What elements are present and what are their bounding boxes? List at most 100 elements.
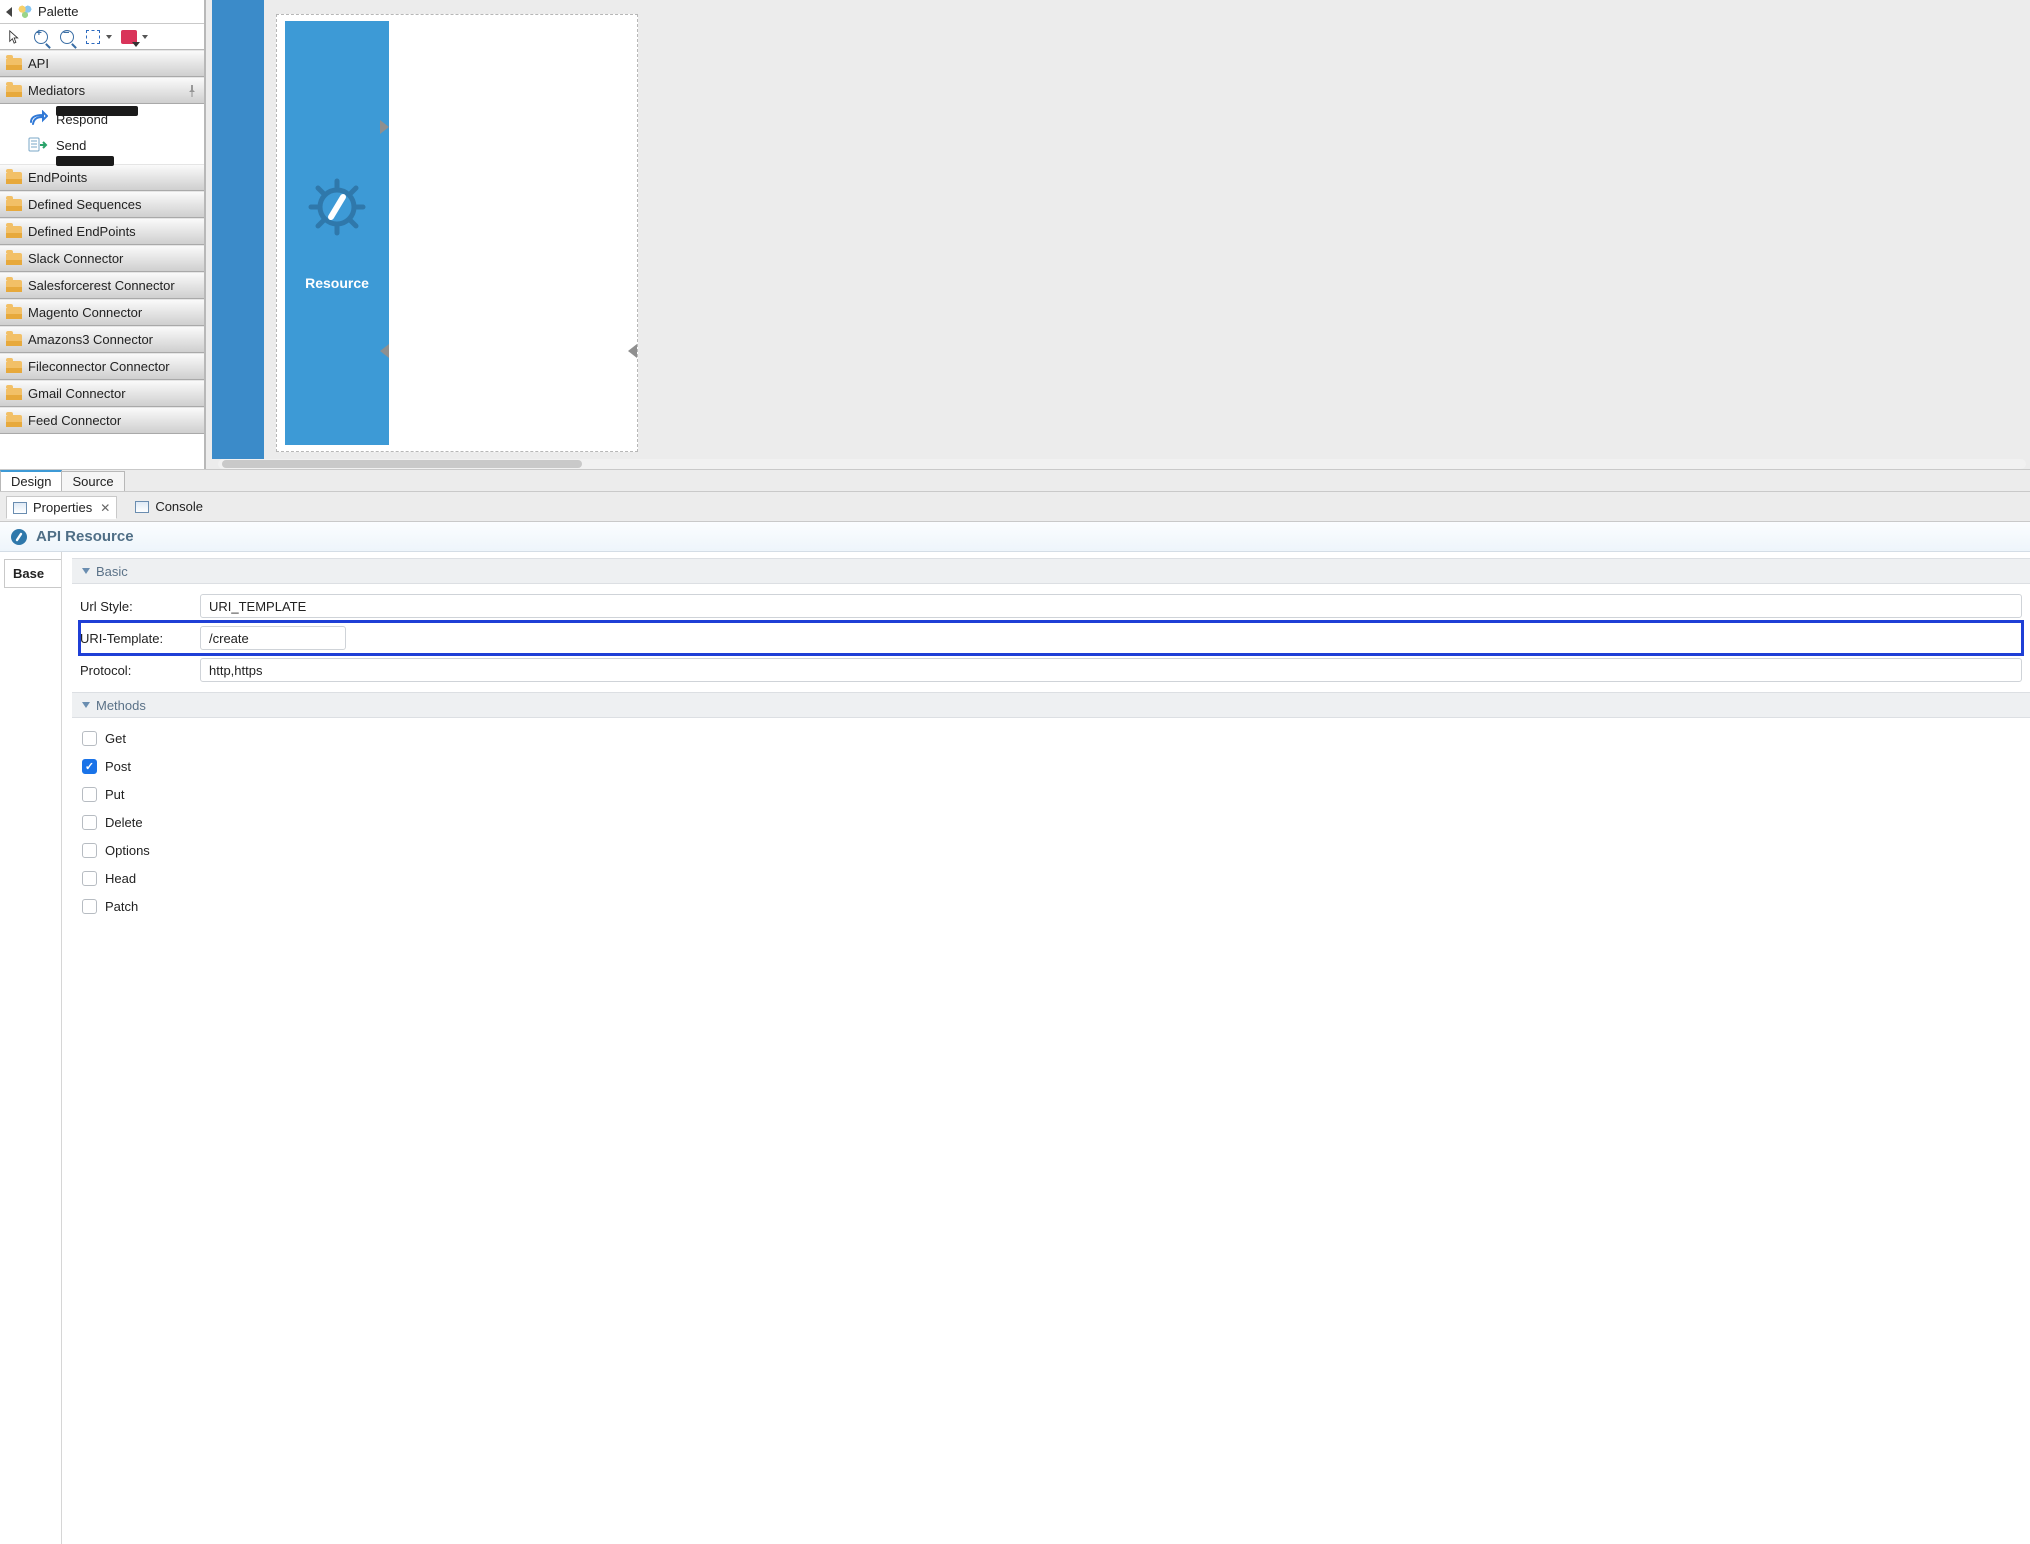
palette-drawer[interactable]: Amazons3 Connector xyxy=(0,326,204,353)
palette-item[interactable]: Send xyxy=(0,132,204,158)
tab-source[interactable]: Source xyxy=(61,471,124,491)
collapse-left-icon[interactable] xyxy=(6,7,12,17)
palette-header: Palette xyxy=(0,0,204,24)
palette-drawer[interactable]: Magento Connector xyxy=(0,299,204,326)
method-checkbox[interactable] xyxy=(82,787,97,802)
method-row: Delete xyxy=(82,808,2020,836)
resource-node[interactable]: Resource xyxy=(285,21,389,445)
group-methods-label: Methods xyxy=(96,698,146,713)
palette-drawer[interactable]: EndPoints xyxy=(0,164,204,191)
palette-drawer[interactable]: Gmail Connector xyxy=(0,380,204,407)
properties-side-tabs: Base xyxy=(0,552,62,1544)
method-checkbox[interactable] xyxy=(82,815,97,830)
input-url-style[interactable]: URI_TEMPLATE xyxy=(200,594,2022,618)
side-tab-base[interactable]: Base xyxy=(4,559,61,588)
row-protocol: Protocol: http,https xyxy=(80,654,2022,686)
palette-drawer[interactable]: API xyxy=(0,50,204,77)
palette-drawer-label: API xyxy=(28,56,49,71)
properties-section-title: API Resource xyxy=(0,522,2030,552)
palette-drawer[interactable]: Defined Sequences xyxy=(0,191,204,218)
palette-title: Palette xyxy=(38,4,78,19)
tab-console[interactable]: Console xyxy=(129,496,209,517)
palette-drawer-label: Salesforcerest Connector xyxy=(28,278,175,293)
tab-design[interactable]: Design xyxy=(0,470,62,491)
method-row: Patch xyxy=(82,892,2020,920)
palette-drawer-label: EndPoints xyxy=(28,170,87,185)
zoom-out-icon[interactable] xyxy=(58,28,76,46)
editor-mode-tabs: Design Source xyxy=(0,470,2030,492)
folder-icon xyxy=(6,85,22,97)
method-checkbox[interactable] xyxy=(82,731,97,746)
palette-item-label: Send xyxy=(56,138,86,153)
folder-icon xyxy=(6,199,22,211)
method-checkbox[interactable] xyxy=(82,899,97,914)
gear-icon xyxy=(305,175,369,239)
properties-view-icon xyxy=(13,502,27,514)
palette-drawer-label: Feed Connector xyxy=(28,413,121,428)
method-label: Options xyxy=(105,843,150,858)
send-icon xyxy=(28,136,48,154)
method-row: ✓ Post xyxy=(82,752,2020,780)
palette-drawer[interactable]: Fileconnector Connector xyxy=(0,353,204,380)
chevron-down-icon xyxy=(82,568,90,574)
folder-icon xyxy=(6,415,22,427)
close-icon[interactable]: ✕ xyxy=(100,501,110,515)
row-url-style: Url Style: URI_TEMPLATE xyxy=(80,590,2022,622)
group-methods-header[interactable]: Methods xyxy=(72,692,2030,718)
dropdown-caret-icon[interactable] xyxy=(106,35,112,39)
marquee-tool-icon[interactable] xyxy=(84,28,102,46)
input-protocol[interactable]: http,https xyxy=(200,658,2022,682)
chevron-down-icon xyxy=(82,702,90,708)
editor-canvas[interactable]: Resource xyxy=(205,0,2030,469)
group-basic-header[interactable]: Basic xyxy=(72,558,2030,584)
method-label: Post xyxy=(105,759,131,774)
flow-arrow-icon xyxy=(380,120,389,134)
resource-node-label: Resource xyxy=(305,275,369,291)
palette-item[interactable]: Respond xyxy=(0,106,204,132)
flow-arrow-icon xyxy=(628,344,637,358)
palette-drawer[interactable]: Slack Connector xyxy=(0,245,204,272)
horizontal-scrollbar[interactable] xyxy=(218,459,2026,469)
row-uri-template: URI-Template: /create xyxy=(80,622,2022,654)
folder-icon xyxy=(6,280,22,292)
palette-drawer-label: Defined Sequences xyxy=(28,197,141,212)
toolbar-extra-icon[interactable] xyxy=(120,28,138,46)
folder-icon xyxy=(6,253,22,265)
folder-icon xyxy=(6,307,22,319)
method-label: Patch xyxy=(105,899,138,914)
method-checkbox[interactable] xyxy=(82,843,97,858)
zoom-in-icon[interactable] xyxy=(32,28,50,46)
method-row: Head xyxy=(82,864,2020,892)
select-tool-icon[interactable] xyxy=(6,28,24,46)
tab-console-label: Console xyxy=(155,499,203,514)
dropdown-caret-icon[interactable] xyxy=(142,35,148,39)
input-uri-template[interactable]: /create xyxy=(200,626,346,650)
tab-properties-label: Properties xyxy=(33,500,92,515)
folder-icon xyxy=(6,334,22,346)
palette-panel: Palette API MediatorsRespond Send EndPoints… xyxy=(0,0,205,469)
pin-icon[interactable] xyxy=(186,85,198,97)
folder-icon xyxy=(6,226,22,238)
palette-item-marker xyxy=(56,106,138,116)
properties-title-text: API Resource xyxy=(36,528,134,545)
flow-arrow-icon xyxy=(380,344,389,358)
tab-properties[interactable]: Properties ✕ xyxy=(6,496,117,519)
palette-drawer[interactable]: Defined EndPoints xyxy=(0,218,204,245)
canvas-container[interactable]: Resource xyxy=(276,14,638,452)
palette-drawer-label: Fileconnector Connector xyxy=(28,359,170,374)
label-protocol: Protocol: xyxy=(80,663,190,678)
palette-item-marker xyxy=(56,156,114,166)
label-uri-template: URI-Template: xyxy=(80,631,190,646)
canvas-rail xyxy=(212,0,264,459)
palette-drawer[interactable]: Feed Connector xyxy=(0,407,204,434)
palette-toolbar xyxy=(0,24,204,50)
method-label: Head xyxy=(105,871,136,886)
folder-icon xyxy=(6,361,22,373)
folder-icon xyxy=(6,388,22,400)
palette-icon xyxy=(18,5,32,19)
method-checkbox[interactable] xyxy=(82,871,97,886)
method-checkbox[interactable]: ✓ xyxy=(82,759,97,774)
palette-drawer-label: Amazons3 Connector xyxy=(28,332,153,347)
palette-drawer[interactable]: Salesforcerest Connector xyxy=(0,272,204,299)
palette-drawer[interactable]: Mediators xyxy=(0,77,204,104)
